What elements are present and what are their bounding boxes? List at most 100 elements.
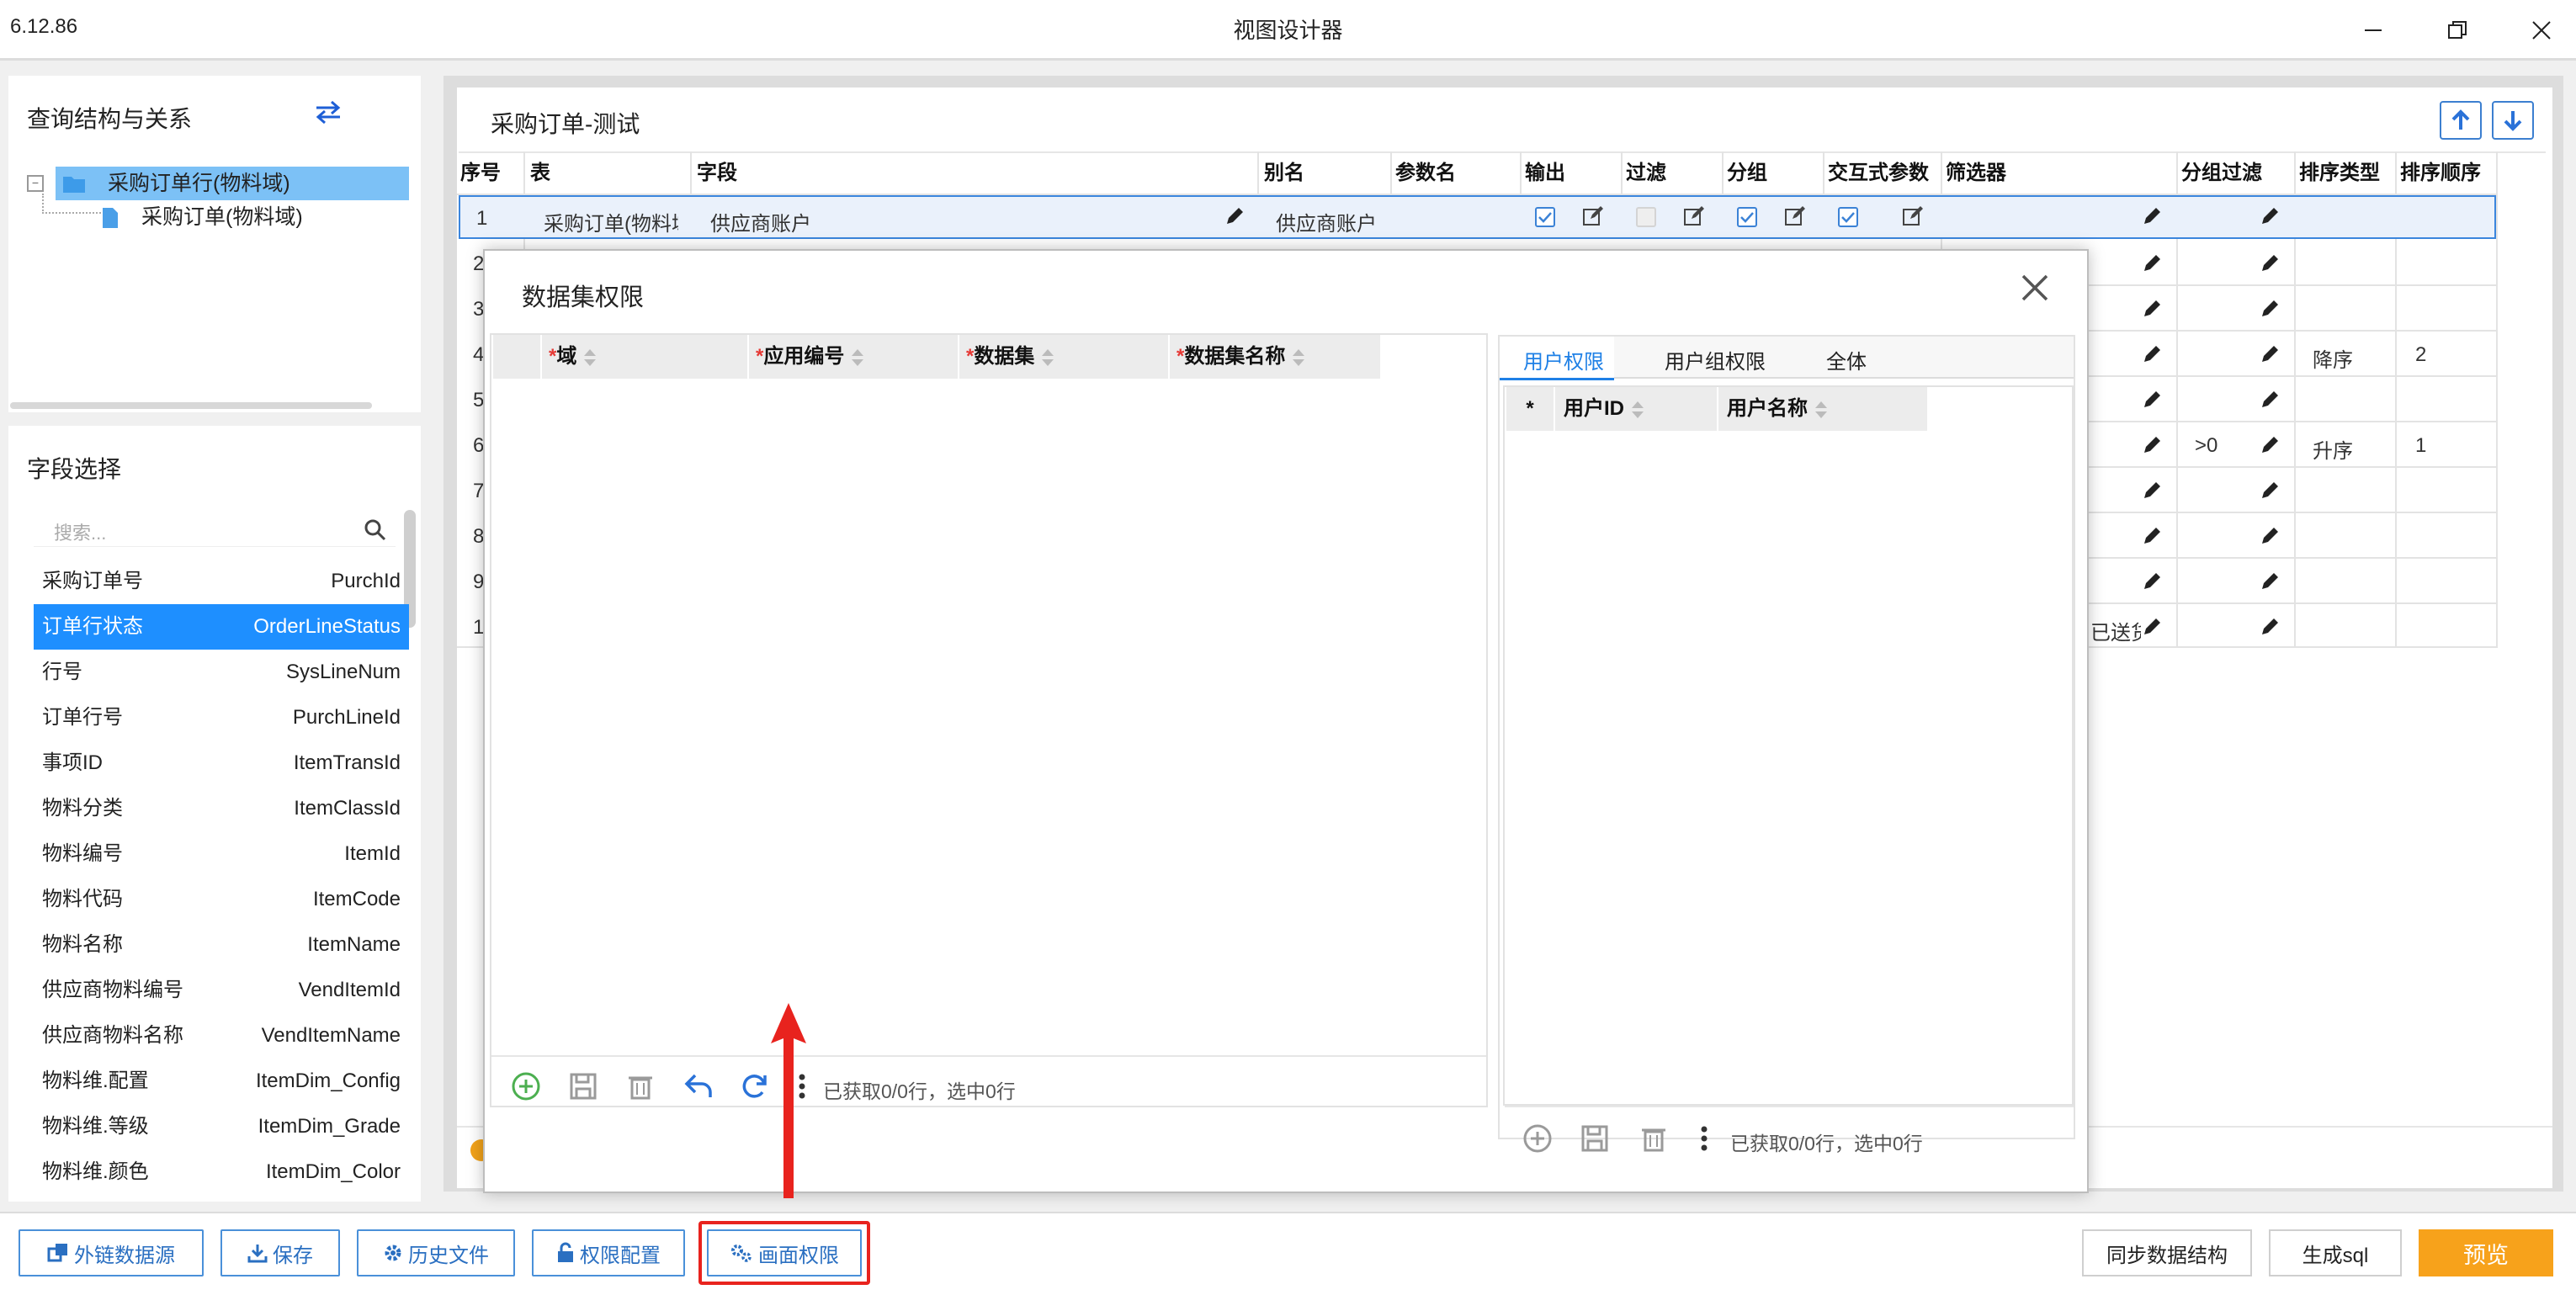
screen-permission-button[interactable]: 画面权限: [707, 1229, 862, 1276]
tree-item-purchase-order[interactable]: 采购订单(物料域): [101, 200, 387, 234]
edit-icon[interactable]: [1683, 205, 1705, 227]
field-search-input[interactable]: 搜索...: [34, 510, 396, 547]
tree-item-label: 采购订单行(物料域): [108, 172, 290, 195]
row1-field: 供应商账户: [710, 213, 811, 236]
field-list-item[interactable]: 行号 SysLineNum: [34, 650, 409, 695]
search-icon[interactable]: [364, 518, 387, 542]
delete-icon[interactable]: [1638, 1123, 1670, 1154]
undo-icon[interactable]: [683, 1070, 715, 1102]
history-files-button[interactable]: 历史文件: [357, 1229, 515, 1276]
edit-icon[interactable]: [1784, 205, 1806, 227]
pencil-icon[interactable]: [2141, 616, 2163, 638]
pencil-icon[interactable]: [2259, 205, 2281, 227]
external-datasource-button[interactable]: 外链数据源: [19, 1229, 204, 1276]
collapse-toggle-icon[interactable]: −: [27, 175, 44, 192]
pencil-icon[interactable]: [2141, 525, 2163, 547]
tree-item-purchase-line[interactable]: 采购订单行(物料域): [56, 167, 409, 200]
field-list-item[interactable]: 物料维.等级 ItemDim_Grade: [34, 1104, 409, 1149]
pencil-icon[interactable]: [2141, 389, 2163, 411]
col-header-dataset[interactable]: *数据集: [959, 335, 1168, 379]
delete-icon[interactable]: [624, 1070, 656, 1102]
link-icon: [47, 1244, 67, 1262]
move-down-button[interactable]: [2492, 101, 2534, 140]
swap-icon[interactable]: [313, 99, 343, 130]
move-up-button[interactable]: [2440, 101, 2482, 140]
pencil-icon[interactable]: [2141, 571, 2163, 592]
col-header-dataset-name[interactable]: *数据集名称: [1170, 335, 1380, 379]
field-list-item[interactable]: 供应商物料编号 VendItemId: [34, 968, 409, 1013]
pencil-icon[interactable]: [2259, 480, 2281, 502]
pencil-icon[interactable]: [2141, 252, 2163, 274]
group-checkbox[interactable]: [1737, 207, 1757, 227]
row-seq: 8: [473, 525, 483, 548]
add-circle-icon[interactable]: [1522, 1123, 1554, 1154]
tab-all[interactable]: 全体: [1826, 345, 1867, 374]
field-list-item[interactable]: 物料维.颜色 ItemDim_Color: [34, 1149, 409, 1195]
sync-structure-button[interactable]: 同步数据结构: [2082, 1229, 2252, 1276]
dialog-title: 数据集权限: [522, 284, 645, 311]
col-header-group: 分组: [1727, 162, 1767, 184]
pencil-icon[interactable]: [2141, 480, 2163, 502]
pencil-icon[interactable]: [2259, 434, 2281, 456]
grid-line: [1722, 151, 1724, 197]
pencil-icon[interactable]: [2259, 252, 2281, 274]
field-list-item[interactable]: 物料编号 ItemId: [34, 831, 409, 877]
col-header-user-id[interactable]: 用户ID: [1555, 387, 1717, 431]
tab-user-permission[interactable]: 用户权限: [1523, 345, 1604, 374]
save-icon[interactable]: [567, 1070, 599, 1102]
pencil-icon[interactable]: [2259, 571, 2281, 592]
field-list-item[interactable]: 供应商物料名称 VendItemName: [34, 1013, 409, 1059]
col-header-field: 字段: [697, 162, 737, 184]
pencil-icon[interactable]: [2141, 434, 2163, 456]
col-header-app-id[interactable]: *应用编号: [749, 335, 958, 379]
field-list-item[interactable]: 采购订单号 PurchId: [34, 559, 409, 604]
output-checkbox[interactable]: [1535, 207, 1555, 227]
filter-checkbox[interactable]: [1636, 207, 1656, 227]
pencil-icon[interactable]: [2259, 298, 2281, 320]
field-list-item[interactable]: 订单行号 PurchLineId: [34, 695, 409, 740]
window-title: 视图设计器: [1233, 18, 1343, 43]
col-header-user-name[interactable]: 用户名称: [1718, 387, 1927, 431]
field-list-item[interactable]: 物料代码 ItemCode: [34, 877, 409, 922]
field-list-item-selected[interactable]: 订单行状态 OrderLineStatus: [34, 604, 409, 650]
grid-line: [1621, 151, 1623, 197]
minimize-icon[interactable]: [2348, 7, 2398, 54]
annotation-arrow: [771, 1003, 806, 1198]
field-list-item[interactable]: 物料分类 ItemClassId: [34, 786, 409, 831]
close-dialog-icon[interactable]: [2016, 269, 2053, 312]
gears-icon: [731, 1245, 752, 1262]
interactive-param-checkbox[interactable]: [1838, 207, 1858, 227]
sort-icon: [584, 348, 597, 366]
refresh-icon[interactable]: [739, 1070, 771, 1102]
col-header-domain[interactable]: *域: [542, 335, 747, 379]
pencil-icon[interactable]: [2259, 389, 2281, 411]
edit-icon[interactable]: [1902, 205, 1924, 227]
pencil-icon[interactable]: [2259, 525, 2281, 547]
field-list-item[interactable]: 事项ID ItemTransId: [34, 740, 409, 786]
close-window-icon[interactable]: [2516, 7, 2567, 54]
sort-type-value: 升序: [2313, 440, 2353, 463]
save-icon[interactable]: [1579, 1123, 1611, 1154]
pencil-icon[interactable]: [2141, 205, 2163, 227]
field-list-item[interactable]: 物料维.配置 ItemDim_Config: [34, 1059, 409, 1104]
restore-icon[interactable]: [2432, 7, 2483, 54]
edit-icon[interactable]: [1582, 205, 1604, 227]
generate-sql-button[interactable]: 生成sql: [2269, 1229, 2402, 1276]
grid-line: [2087, 284, 2498, 286]
save-button[interactable]: 保存: [220, 1229, 340, 1276]
title-bar: 6.12.86 视图设计器: [0, 0, 2576, 61]
pencil-icon[interactable]: [2259, 616, 2281, 638]
more-vertical-icon[interactable]: [1688, 1123, 1720, 1154]
preview-button[interactable]: 预览: [2419, 1229, 2553, 1276]
field-list-item[interactable]: 物料名称 ItemName: [34, 922, 409, 968]
permission-config-button[interactable]: 权限配置: [532, 1229, 685, 1276]
horizontal-scrollbar[interactable]: [10, 402, 372, 409]
tab-user-group-permission[interactable]: 用户组权限: [1665, 345, 1766, 374]
pencil-icon[interactable]: [2141, 298, 2163, 320]
col-header-alias: 别名: [1264, 162, 1304, 184]
arrow-up-icon: [2451, 109, 2470, 130]
pencil-icon[interactable]: [2259, 343, 2281, 365]
add-circle-icon[interactable]: [510, 1070, 542, 1102]
pencil-icon[interactable]: [1224, 205, 1246, 227]
pencil-icon[interactable]: [2141, 343, 2163, 365]
